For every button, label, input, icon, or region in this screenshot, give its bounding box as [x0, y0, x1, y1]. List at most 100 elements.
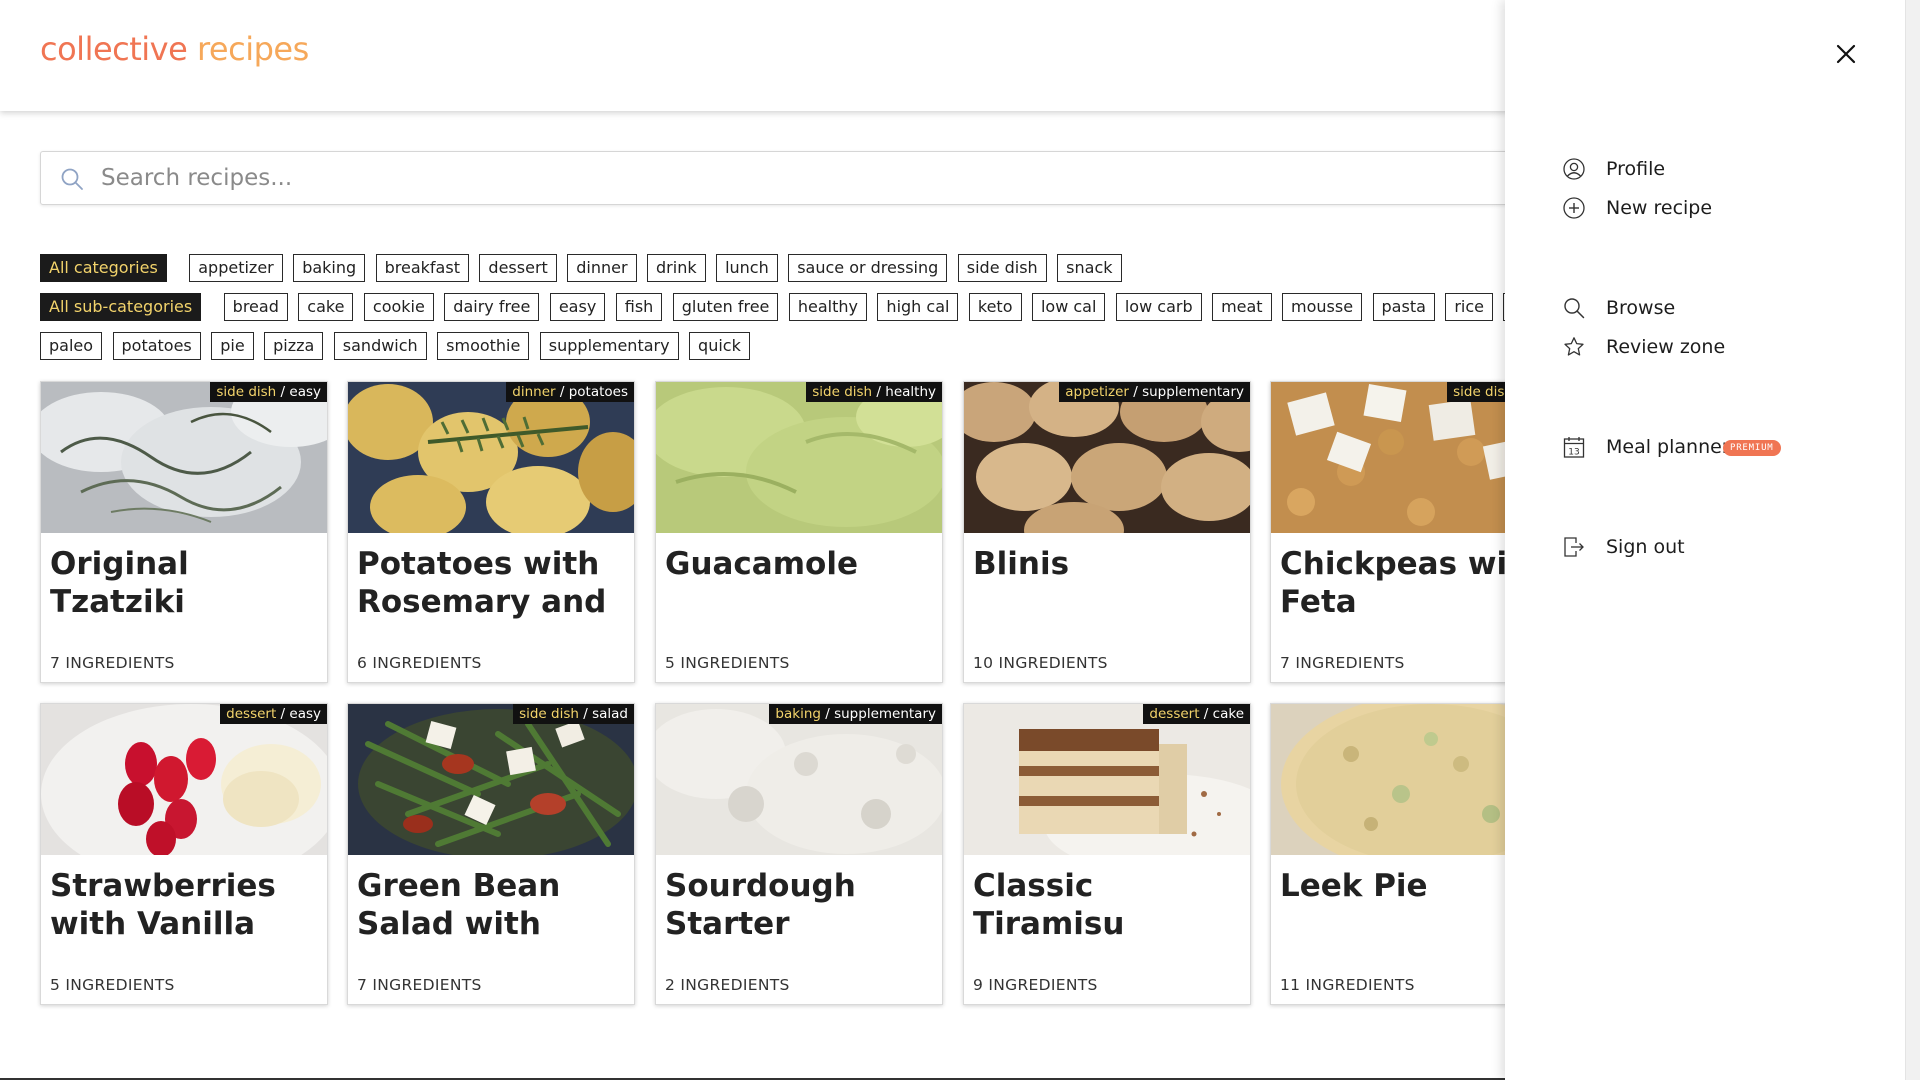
recipe-card[interactable]: dessert / easy Strawberries with Vanilla… — [40, 703, 328, 1005]
menu-item-meal-planner[interactable]: 13 Meal planner PREMIUM — [1563, 428, 1863, 467]
menu-label: New recipe — [1606, 197, 1713, 219]
chip-sub-low-cal[interactable]: low cal — [1031, 293, 1106, 321]
category-filter-row: All categories appetizer baking breakfas… — [40, 254, 1128, 282]
drawer-group-account: Profile New recipe — [1563, 150, 1863, 228]
premium-badge: PREMIUM — [1723, 440, 1781, 456]
chip-category-appetizer[interactable]: appetizer — [189, 254, 283, 282]
recipe-tag: side dish / salad — [513, 704, 634, 724]
chip-sub-gluten-free[interactable]: gluten free — [672, 293, 779, 321]
chip-sub-supplementary[interactable]: supplementary — [539, 332, 679, 360]
recipe-title: Sourdough Starter — [665, 868, 856, 942]
chip-category-dessert[interactable]: dessert — [479, 254, 557, 282]
recipe-card[interactable]: side dish / healthy Guacamole 5 INGREDIE… — [655, 381, 943, 683]
chip-sub-potatoes[interactable]: potatoes — [112, 332, 201, 360]
logo-text-collective: collective — [40, 30, 188, 68]
recipe-card[interactable]: side dish / salad Green Bean Salad with … — [347, 703, 635, 1005]
search-input[interactable] — [101, 160, 1501, 196]
recipe-tag: side dish / easy — [210, 382, 327, 402]
recipe-ingredient-count: 7 INGREDIENTS — [357, 976, 482, 994]
star-icon — [1564, 337, 1584, 356]
recipe-image-guacamole — [656, 382, 942, 533]
chip-sub-paleo[interactable]: paleo — [40, 332, 103, 360]
recipe-card[interactable]: side dish / easy Original Tzatziki 7 ING… — [40, 381, 328, 683]
recipe-tag: dessert / easy — [220, 704, 327, 724]
menu-item-sign-out[interactable]: Sign out — [1563, 528, 1863, 567]
chip-sub-sandwich[interactable]: sandwich — [333, 332, 427, 360]
recipe-title: Original Tzatziki — [50, 546, 189, 620]
recipe-title: Guacamole — [665, 546, 858, 582]
chip-sub-cookie[interactable]: cookie — [363, 293, 434, 321]
recipe-ingredient-count: 9 INGREDIENTS — [973, 976, 1098, 994]
chip-category-lunch[interactable]: lunch — [716, 254, 778, 282]
menu-item-profile[interactable]: Profile — [1563, 150, 1863, 189]
chip-category-snack[interactable]: snack — [1057, 254, 1122, 282]
chip-all-categories[interactable]: All categories — [40, 254, 167, 282]
chip-category-breakfast[interactable]: breakfast — [375, 254, 469, 282]
subcategory-filter-row-1: All sub-categories bread cake cookie dai… — [40, 293, 1570, 321]
plus-circle-icon — [1563, 197, 1585, 219]
close-icon[interactable] — [1834, 42, 1858, 66]
chip-sub-pizza[interactable]: pizza — [264, 332, 324, 360]
recipe-image-sourdough — [656, 704, 942, 855]
recipe-tag: appetizer / supplementary — [1059, 382, 1250, 402]
recipe-tag: baking / supplementary — [769, 704, 942, 724]
menu-label: Browse — [1606, 297, 1676, 319]
recipe-card[interactable]: baking / supplementary Sourdough Starter… — [655, 703, 943, 1005]
recipe-ingredient-count: 10 INGREDIENTS — [973, 654, 1108, 672]
chip-sub-healthy[interactable]: healthy — [788, 293, 867, 321]
recipe-ingredient-count: 7 INGREDIENTS — [50, 654, 175, 672]
chip-category-drink[interactable]: drink — [647, 254, 706, 282]
drawer-group-session: Sign out — [1563, 528, 1863, 567]
recipe-ingredient-count: 11 INGREDIENTS — [1280, 976, 1415, 994]
recipe-ingredient-count: 2 INGREDIENTS — [665, 976, 790, 994]
chip-sub-rice[interactable]: rice — [1445, 293, 1494, 321]
page-scrollbar[interactable] — [1905, 0, 1920, 1080]
chip-sub-bread[interactable]: bread — [223, 293, 288, 321]
search-icon — [61, 168, 83, 190]
recipe-ingredient-count: 5 INGREDIENTS — [50, 976, 175, 994]
chip-sub-easy[interactable]: easy — [549, 293, 606, 321]
chip-sub-low-carb[interactable]: low carb — [1115, 293, 1202, 321]
chip-sub-keto[interactable]: keto — [968, 293, 1022, 321]
sign-out-icon — [1564, 537, 1584, 557]
search-icon — [1564, 298, 1585, 319]
recipe-card[interactable]: appetizer / supplementary Blinis 10 INGR… — [963, 381, 1251, 683]
recipe-title: Blinis — [973, 546, 1070, 582]
recipe-title: Green Bean Salad with Semi-Dried — [357, 868, 561, 947]
drawer-group-planner: 13 Meal planner PREMIUM — [1563, 428, 1863, 467]
chip-category-side-dish[interactable]: side dish — [957, 254, 1047, 282]
chip-sub-smoothie[interactable]: smoothie — [437, 332, 530, 360]
recipe-ingredient-count: 5 INGREDIENTS — [665, 654, 790, 672]
chip-category-dinner[interactable]: dinner — [567, 254, 637, 282]
chip-sub-dairy-free[interactable]: dairy free — [444, 293, 540, 321]
menu-label: Meal planner — [1606, 436, 1730, 458]
chip-sub-pie[interactable]: pie — [211, 332, 254, 360]
recipe-tag: dessert / cake — [1143, 704, 1250, 724]
menu-item-review-zone[interactable]: Review zone — [1563, 328, 1863, 367]
chip-sub-high-cal[interactable]: high cal — [877, 293, 959, 321]
menu-item-new-recipe[interactable]: New recipe — [1563, 189, 1863, 228]
recipe-card[interactable]: dinner / potatoes Potatoes with Rosemary… — [347, 381, 635, 683]
recipe-title: Classic Tiramisu — [973, 868, 1125, 942]
chip-category-sauce-or-dressing[interactable]: sauce or dressing — [788, 254, 948, 282]
chip-sub-fish[interactable]: fish — [615, 293, 663, 321]
recipe-image-blinis — [964, 382, 1250, 533]
recipe-title: Strawberries with Vanilla Cream — [50, 868, 276, 947]
recipe-card[interactable]: dessert / cake Classic Tiramisu 9 INGRED… — [963, 703, 1251, 1005]
app-logo[interactable]: collective recipes — [40, 30, 309, 68]
chip-category-baking[interactable]: baking — [293, 254, 366, 282]
chip-sub-mousse[interactable]: mousse — [1282, 293, 1363, 321]
chip-sub-pasta[interactable]: pasta — [1372, 293, 1435, 321]
recipe-tag: dinner / potatoes — [506, 382, 634, 402]
recipe-image-green-bean-salad — [348, 704, 634, 855]
recipe-title: Potatoes with Rosemary and — [357, 546, 607, 620]
subcategory-filter-row-2: paleo potatoes pie pizza sandwich smooth… — [40, 332, 756, 360]
calendar-icon: 13 — [1563, 437, 1585, 458]
chip-sub-cake[interactable]: cake — [298, 293, 354, 321]
menu-item-browse[interactable]: Browse — [1563, 289, 1863, 328]
menu-label: Profile — [1606, 158, 1666, 180]
chip-all-subcategories[interactable]: All sub-categories — [40, 293, 202, 321]
recipe-image-strawberries — [41, 704, 327, 855]
chip-sub-quick[interactable]: quick — [689, 332, 750, 360]
chip-sub-meat[interactable]: meat — [1212, 293, 1272, 321]
